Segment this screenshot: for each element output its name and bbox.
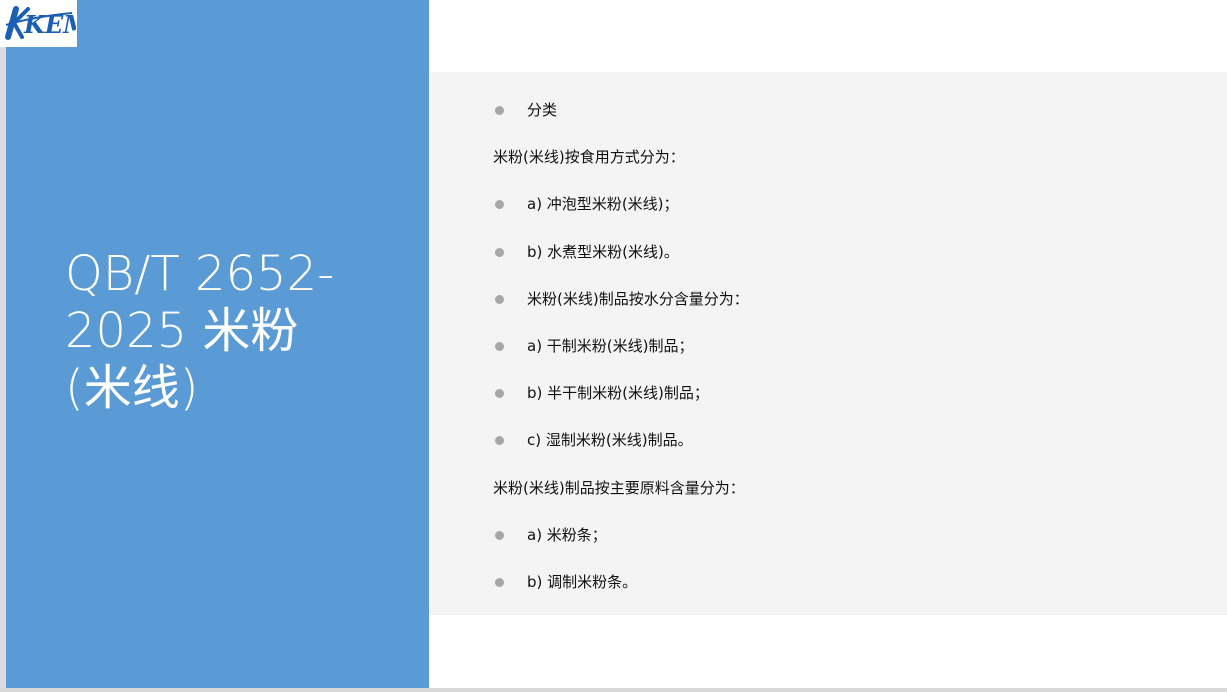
slide-title: QB/T 2652- 2025 米粉 (米线) [65,246,335,416]
bullet-item: 米粉(米线)制品按水分含量分为： [491,286,749,333]
paragraph-item: 米粉(米线)制品按主要原料含量分为： [491,475,749,522]
bullet-dot-icon [495,530,504,540]
bullet-dot-icon [495,106,504,115]
bullet-item: a) 干制米粉(米线)制品； [491,333,749,380]
item-text: a) 冲泡型米粉(米线)； [527,195,679,214]
item-text: b) 水煮型米粉(米线)。 [527,242,679,261]
bottom-edge [0,688,1227,692]
bullet-item: b) 调制米粉条。 [491,569,749,616]
bullet-dot-icon [495,247,504,257]
bullet-dot-icon [495,341,504,351]
item-text: a) 干制米粉(米线)制品； [527,336,694,355]
item-text: a) 米粉条； [527,525,607,544]
bullet-item: b) 半干制米粉(米线)制品； [491,380,749,427]
kem-logo-icon: KEM [5,6,76,40]
item-text: b) 调制米粉条。 [527,572,638,591]
bullet-item: a) 米粉条； [491,522,749,569]
paragraph-item: 米粉(米线)按食用方式分为： [491,144,749,191]
item-text: 米粉(米线)制品按水分含量分为： [527,289,749,308]
bullet-item: a) 冲泡型米粉(米线)； [491,191,749,238]
bullet-item: b) 水煮型米粉(米线)。 [491,239,749,286]
slide: KEM QB/T 2652- 2025 米粉 (米线) 分类米粉(米线)按食用方… [0,0,1227,692]
bullet-item: c) 湿制米粉(米线)制品。 [491,427,749,474]
item-text: 米粉(米线)制品按主要原料含量分为： [493,478,745,497]
bullet-dot-icon [495,577,504,587]
item-text: b) 半干制米粉(米线)制品； [527,384,709,403]
logo-wordmark: KEM [23,10,76,39]
kem-logo: KEM [0,0,77,47]
item-text: c) 湿制米粉(米线)制品。 [527,431,693,450]
bullet-item: 分类 [491,97,749,144]
item-text: 米粉(米线)按食用方式分为： [493,148,685,167]
content-list: 分类米粉(米线)按食用方式分为： a) 冲泡型米粉(米线)； b) 水煮型米粉(米线… [491,97,749,616]
bullet-dot-icon [495,294,504,304]
